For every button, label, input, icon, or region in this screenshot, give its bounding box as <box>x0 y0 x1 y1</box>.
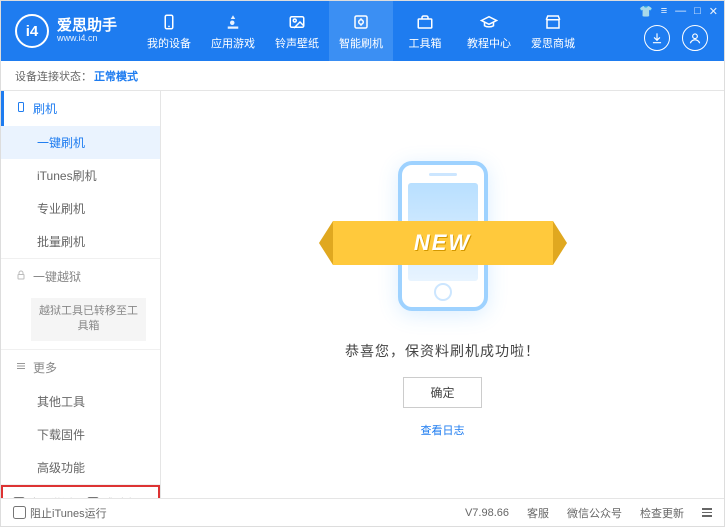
checkbox-block-itunes[interactable]: 阻止iTunes运行 <box>13 505 107 521</box>
sidebar-item-oneclick-flash[interactable]: 一键刷机 <box>1 126 160 159</box>
status-bar: 设备连接状态： 正常模式 <box>1 61 724 91</box>
options-box: 自动激活 跳过向导 <box>1 485 160 498</box>
nav-label: 教程中心 <box>467 35 511 51</box>
success-illustration: NEW <box>343 151 543 321</box>
app-name: 爱思助手 <box>57 18 117 35</box>
nav-apps-games[interactable]: 应用游戏 <box>201 1 265 61</box>
nav-store[interactable]: 爱思商城 <box>521 1 585 61</box>
nav-label: 爱思商城 <box>531 35 575 51</box>
skin-icon[interactable]: 👕 <box>639 5 653 18</box>
download-button[interactable] <box>644 25 670 51</box>
apps-icon <box>223 12 243 32</box>
graduation-icon <box>479 12 499 32</box>
sidebar-group-more[interactable]: 更多 <box>1 350 160 385</box>
nav-label: 我的设备 <box>147 35 191 51</box>
logo-badge: i4 <box>15 14 49 48</box>
phone-icon <box>159 12 179 32</box>
success-message: 恭喜您，保资料刷机成功啦！ <box>345 341 540 361</box>
sidebar-group-flash[interactable]: 刷机 <box>1 91 160 126</box>
image-icon <box>287 12 307 32</box>
version-label: V7.98.66 <box>465 507 509 519</box>
checkbox-label: 阻止iTunes运行 <box>30 505 107 521</box>
logo-area: i4 爱思助手 www.i4.cn <box>1 14 131 48</box>
app-header: i4 爱思助手 www.i4.cn 我的设备 应用游戏 铃声壁纸 智能刷机 <box>1 1 724 61</box>
lock-icon <box>15 269 27 284</box>
nav-label: 应用游戏 <box>211 35 255 51</box>
store-icon <box>543 12 563 32</box>
footer-link-update[interactable]: 检查更新 <box>640 505 684 521</box>
app-url: www.i4.cn <box>57 34 117 44</box>
main-content: NEW 恭喜您，保资料刷机成功啦！ 确定 查看日志 <box>161 91 724 498</box>
more-icon <box>15 360 27 375</box>
sidebar-item-download-firmware[interactable]: 下载固件 <box>1 418 160 451</box>
window-controls: 👕 ≡ — □ ✕ <box>639 5 718 18</box>
top-nav: 我的设备 应用游戏 铃声壁纸 智能刷机 工具箱 教程中心 <box>137 1 585 61</box>
minimize-icon[interactable]: — <box>675 5 686 18</box>
sidebar-item-pro-flash[interactable]: 专业刷机 <box>1 192 160 225</box>
nav-my-device[interactable]: 我的设备 <box>137 1 201 61</box>
status-label: 设备连接状态： <box>15 68 92 84</box>
ribbon-text: NEW <box>414 230 471 256</box>
sidebar-item-batch-flash[interactable]: 批量刷机 <box>1 225 160 258</box>
view-log-link[interactable]: 查看日志 <box>421 422 465 438</box>
sidebar-group-label: 刷机 <box>33 100 57 117</box>
ok-button[interactable]: 确定 <box>403 377 481 408</box>
footer-menu-icon[interactable] <box>702 508 712 517</box>
refresh-icon <box>351 12 371 32</box>
sidebar-group-jailbreak[interactable]: 一键越狱 <box>1 259 160 294</box>
sidebar-item-other-tools[interactable]: 其他工具 <box>1 385 160 418</box>
sidebar-group-label: 更多 <box>33 359 57 376</box>
footer-link-service[interactable]: 客服 <box>527 505 549 521</box>
phone-icon <box>15 101 27 116</box>
nav-label: 工具箱 <box>409 35 442 51</box>
close-icon[interactable]: ✕ <box>709 5 718 18</box>
footer-link-wechat[interactable]: 微信公众号 <box>567 505 622 521</box>
sidebar-item-itunes-flash[interactable]: iTunes刷机 <box>1 159 160 192</box>
sidebar: 刷机 一键刷机 iTunes刷机 专业刷机 批量刷机 一键越狱 越狱工具已转移至… <box>1 91 161 498</box>
nav-tutorials[interactable]: 教程中心 <box>457 1 521 61</box>
status-mode: 正常模式 <box>94 68 138 84</box>
menu-icon[interactable]: ≡ <box>661 5 667 18</box>
maximize-icon[interactable]: □ <box>694 5 701 18</box>
user-button[interactable] <box>682 25 708 51</box>
nav-label: 智能刷机 <box>339 35 383 51</box>
nav-smart-flash[interactable]: 智能刷机 <box>329 1 393 61</box>
footer: 阻止iTunes运行 V7.98.66 客服 微信公众号 检查更新 <box>1 498 724 526</box>
nav-toolbox[interactable]: 工具箱 <box>393 1 457 61</box>
nav-ringtone-wallpaper[interactable]: 铃声壁纸 <box>265 1 329 61</box>
sidebar-jailbreak-note: 越狱工具已转移至工具箱 <box>31 298 146 341</box>
sidebar-group-label: 一键越狱 <box>33 268 81 285</box>
nav-label: 铃声壁纸 <box>275 35 319 51</box>
sidebar-item-advanced[interactable]: 高级功能 <box>1 451 160 484</box>
toolbox-icon <box>415 12 435 32</box>
